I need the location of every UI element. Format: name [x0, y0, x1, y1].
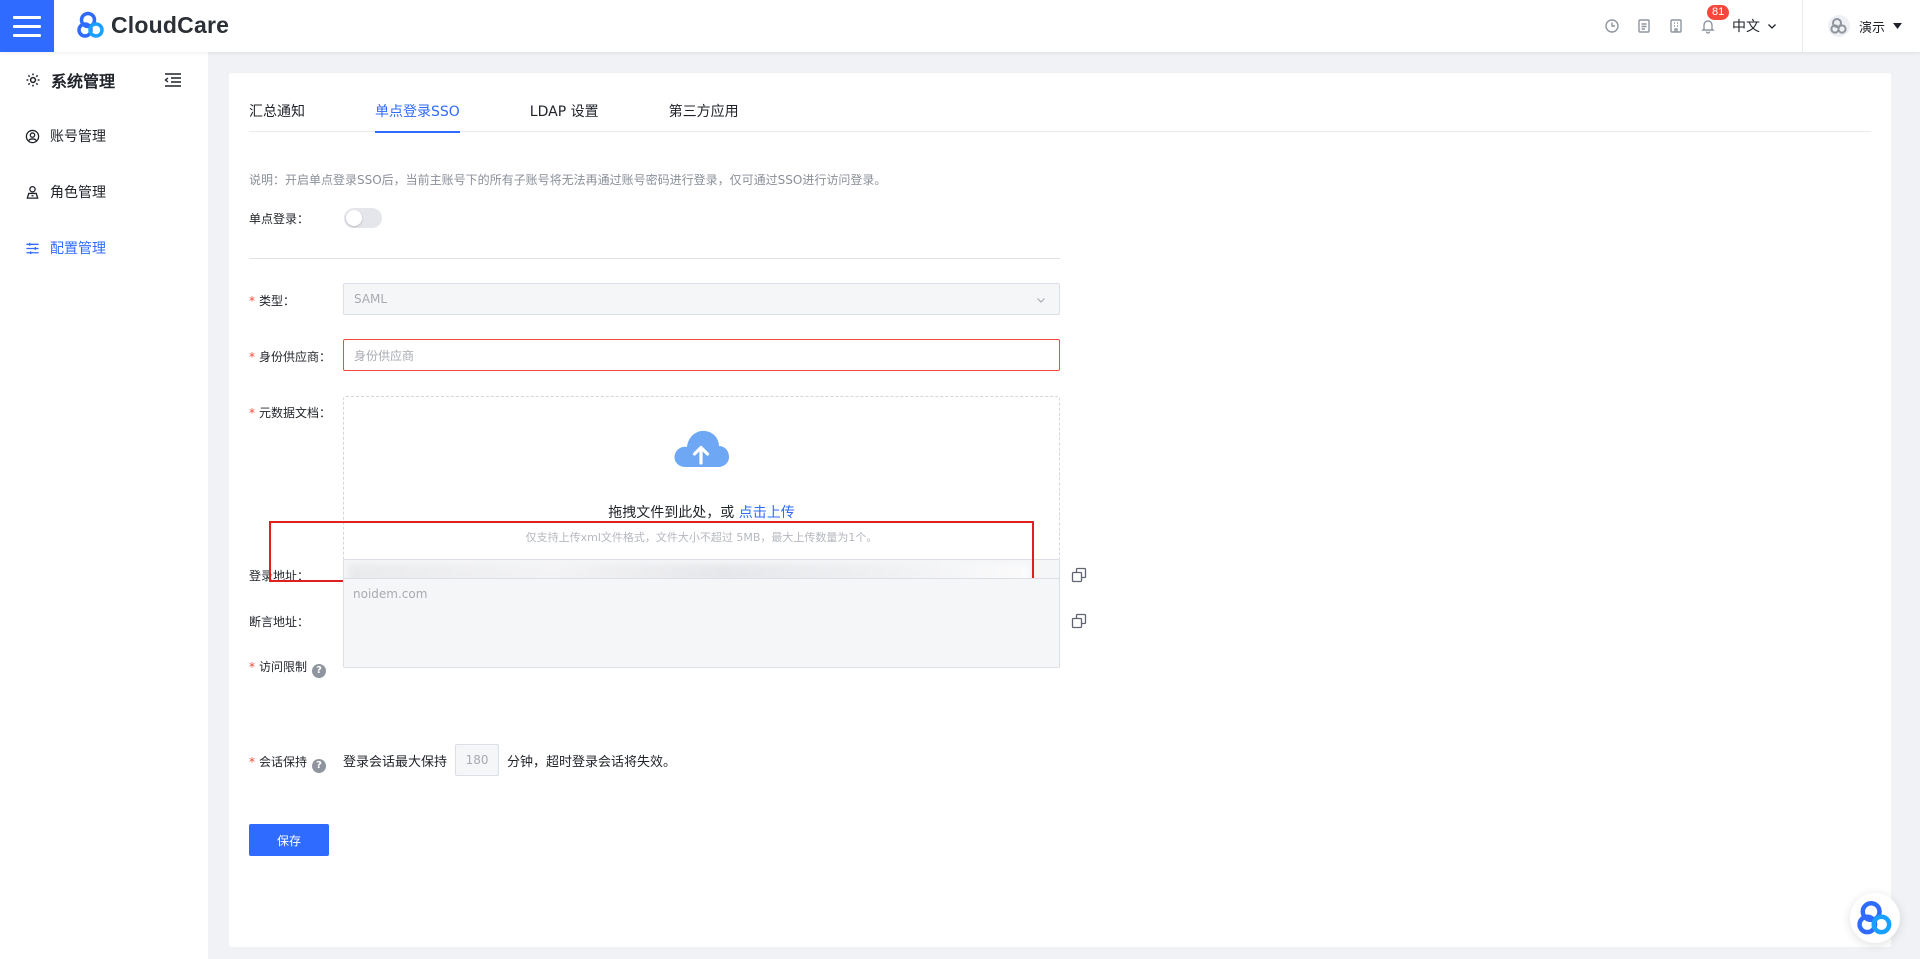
- chevron-down-icon: [1768, 24, 1776, 29]
- role-icon: [26, 185, 39, 199]
- save-button[interactable]: 保存: [249, 824, 329, 856]
- tab-bar: 汇总通知 单点登录SSO LDAP 设置 第三方应用: [249, 73, 1871, 133]
- required-mark: *: [249, 406, 255, 420]
- language-label: 中文: [1731, 19, 1760, 35]
- help-icon[interactable]: ?: [312, 664, 327, 678]
- sidebar-item-label: 角色管理: [50, 185, 106, 201]
- history-icon: [1605, 19, 1619, 33]
- required-mark: *: [249, 294, 255, 308]
- brand-logo[interactable]: CloudCare: [77, 11, 229, 39]
- required-mark: *: [249, 660, 255, 674]
- upload-instruction: 拖拽文件到此处，或 点击上传: [344, 502, 1059, 522]
- access-label-text: 访问限制: [259, 660, 308, 674]
- sidebar-item-config[interactable]: 配置管理: [0, 220, 208, 276]
- login-url-label: 登录地址：: [249, 569, 310, 583]
- metadata-label-text: 元数据文档：: [259, 406, 332, 420]
- sidebar-title: 系统管理: [51, 72, 116, 91]
- upload-hint: 仅支持上传xml文件格式，文件大小不超过 5MB，最大上传数量为1个。: [525, 531, 878, 544]
- notification-badge: 81: [1706, 5, 1730, 20]
- caret-down-icon: [1893, 23, 1902, 29]
- sidebar-item-label: 配置管理: [50, 241, 106, 257]
- document-button[interactable]: [1628, 0, 1660, 52]
- metadata-field-label: * 元数据文档：: [249, 404, 331, 421]
- user-name: 演示: [1858, 20, 1885, 36]
- toggle-knob: [346, 210, 362, 226]
- access-limit-label: * 访问限制?: [249, 658, 327, 678]
- top-bar: CloudCare 81 中文 演示: [0, 0, 1920, 52]
- type-label-text: 类型：: [259, 294, 296, 308]
- upload-text: 拖拽文件到此处，或: [608, 505, 735, 521]
- idp-field-label: * 身份供应商：: [249, 348, 331, 365]
- sidebar-item-role[interactable]: 角色管理: [0, 164, 208, 220]
- required-mark: *: [249, 350, 255, 364]
- metadata-upload-dropzone[interactable]: 拖拽文件到此处，或 点击上传 仅支持上传xml文件格式，文件大小不超过 5MB，…: [343, 396, 1060, 561]
- sso-toggle[interactable]: [344, 208, 382, 228]
- sso-description: 说明：开启单点登录SSO后，当前主账号下的所有子账号将无法再通过账号密码进行登录…: [249, 173, 887, 187]
- user-circle-icon: [25, 129, 40, 143]
- settings-sliders-icon: [26, 242, 39, 254]
- menu-line: [13, 33, 41, 37]
- workspace-button[interactable]: [1660, 0, 1692, 52]
- user-menu[interactable]: 演示: [1803, 14, 1920, 38]
- session-label-text: 会话保持: [259, 755, 308, 769]
- sidebar-item-label: 账号管理: [50, 129, 106, 145]
- session-keep-label: * 会话保持?: [249, 753, 327, 773]
- cloud-upload-icon: [674, 430, 729, 467]
- assertion-url-label: 断言地址：: [249, 615, 310, 629]
- type-field-label: * 类型：: [249, 292, 295, 309]
- brand-name: CloudCare: [111, 11, 230, 38]
- cloudcare-logo-icon: [1857, 900, 1892, 935]
- identity-provider-input[interactable]: 身份供应商: [343, 339, 1060, 371]
- session-suffix-text: 分钟，超时登录会话将失效。: [507, 754, 677, 770]
- menu-line: [13, 15, 41, 19]
- top-toolbar: 81 中文 演示: [1596, 0, 1920, 52]
- session-minutes-input[interactable]: 180: [455, 744, 500, 776]
- identity-provider-placeholder: 身份供应商: [354, 348, 415, 363]
- sidebar-header: 系统管理: [0, 52, 208, 108]
- copy-icon[interactable]: [1071, 567, 1087, 583]
- access-limit-placeholder: noidem.com: [353, 587, 428, 601]
- history-button[interactable]: [1596, 0, 1628, 52]
- help-icon[interactable]: ?: [312, 759, 327, 773]
- upload-link[interactable]: 点击上传: [739, 505, 795, 521]
- sso-toggle-label: 单点登录：: [249, 212, 310, 226]
- session-keep-row: 登录会话最大保持 180 分钟，超时登录会话将失效。: [343, 744, 676, 776]
- hamburger-menu-button[interactable]: [0, 0, 54, 52]
- settings-card: 汇总通知 单点登录SSO LDAP 设置 第三方应用 说明：开启单点登录SSO后…: [229, 73, 1891, 947]
- gear-icon: [26, 73, 40, 87]
- required-mark: *: [249, 755, 255, 769]
- divider: [249, 258, 1060, 259]
- building-icon: [1670, 19, 1682, 33]
- session-prefix-text: 登录会话最大保持: [343, 754, 448, 770]
- tab-ldap[interactable]: LDAP 设置: [530, 73, 599, 132]
- copy-icon[interactable]: [1071, 613, 1087, 629]
- idp-label-text: 身份供应商：: [259, 350, 332, 364]
- notification-button[interactable]: 81: [1692, 0, 1730, 52]
- menu-line: [13, 24, 41, 28]
- tab-third-party[interactable]: 第三方应用: [669, 73, 739, 132]
- avatar: [1827, 15, 1850, 37]
- document-icon: [1638, 19, 1650, 33]
- tab-summary-notification[interactable]: 汇总通知: [249, 73, 305, 132]
- assistant-float-button[interactable]: [1850, 893, 1900, 943]
- bell-icon: [1701, 20, 1715, 34]
- sidebar-item-account[interactable]: 账号管理: [0, 108, 208, 164]
- sidebar: 系统管理 账号管理 角色管理 配置管理: [0, 52, 208, 959]
- cloudcare-logo-icon: [77, 11, 104, 38]
- access-limit-textarea[interactable]: noidem.com: [343, 578, 1060, 668]
- language-selector[interactable]: 中文: [1732, 16, 1778, 36]
- tab-sso[interactable]: 单点登录SSO: [375, 73, 460, 133]
- collapse-sidebar-icon[interactable]: [164, 72, 182, 88]
- type-select-value: SAML: [354, 292, 388, 306]
- chevron-down-icon: [1037, 298, 1045, 303]
- type-select[interactable]: SAML: [343, 283, 1060, 315]
